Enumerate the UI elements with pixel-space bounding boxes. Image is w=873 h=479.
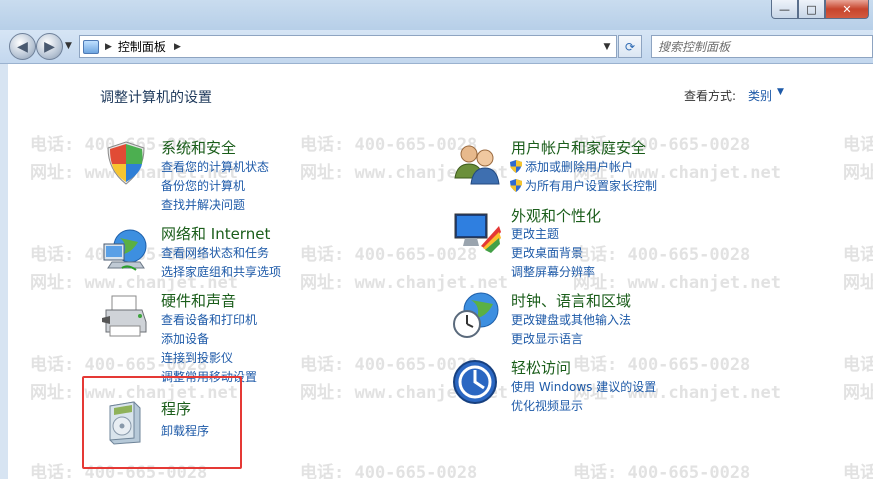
uac-shield-icon <box>510 179 522 192</box>
ease-of-access-icon <box>453 360 497 404</box>
shield-icon <box>107 141 145 185</box>
close-button[interactable]: ✕ <box>825 0 869 19</box>
minimize-button[interactable]: — <box>771 0 798 19</box>
forward-button[interactable]: ▶ <box>36 33 63 60</box>
category-link[interactable]: 优化视频显示 <box>511 397 583 414</box>
category-title[interactable]: 硬件和声音 <box>161 290 236 311</box>
chevron-down-icon[interactable]: ▼ <box>777 87 784 97</box>
users-icon <box>454 145 500 185</box>
category-link[interactable]: 更改桌面背景 <box>511 244 583 261</box>
search-input[interactable]: 搜索控制面板 <box>651 35 873 58</box>
category-link[interactable]: 查看您的计算机状态 <box>161 158 269 175</box>
navigation-bar: ◀ ▶ ▼ ▶ 控制面板 ▶ ▼ ⟳ 搜索控制面板 <box>0 30 873 64</box>
category-title[interactable]: 轻松访问 <box>511 357 571 378</box>
category-title[interactable]: 时钟、语言和区域 <box>511 290 631 311</box>
back-button[interactable]: ◀ <box>9 33 36 60</box>
page-title: 调整计算机的设置 <box>100 90 212 106</box>
address-bar[interactable]: ▶ 控制面板 ▶ ▼ <box>79 35 617 58</box>
address-dropdown-icon[interactable]: ▼ <box>598 36 616 57</box>
category-link[interactable]: 备份您的计算机 <box>161 177 245 194</box>
view-by-label: 查看方式: <box>684 89 737 103</box>
window-controls: — □ ✕ <box>771 0 869 19</box>
category-link[interactable]: 选择家庭组和共享选项 <box>161 263 281 280</box>
category-title[interactable]: 用户帐户和家庭安全 <box>511 137 646 158</box>
breadcrumb-arrow-icon[interactable]: ▶ <box>105 42 112 52</box>
view-by-dropdown[interactable]: 类别 <box>748 87 772 104</box>
category-link[interactable]: 更改显示语言 <box>511 330 583 347</box>
category-link[interactable]: 更改键盘或其他输入法 <box>511 311 631 328</box>
category-title[interactable]: 网络和 Internet <box>161 223 270 244</box>
control-panel-icon <box>83 39 99 54</box>
maximize-button[interactable]: □ <box>798 0 825 19</box>
category-link[interactable]: 查看网络状态和任务 <box>161 244 269 261</box>
printer-icon <box>102 295 147 337</box>
category-link-label: 为所有用户设置家长控制 <box>525 179 658 193</box>
breadcrumb-control-panel[interactable]: 控制面板 <box>118 38 166 55</box>
category-link-label: 添加或删除用户帐户 <box>525 160 634 174</box>
highlight-box <box>82 376 242 469</box>
refresh-button[interactable]: ⟳ <box>618 35 642 58</box>
category-link[interactable]: 添加设备 <box>161 330 209 347</box>
category-link[interactable]: 使用 Windows 建议的设置 <box>511 378 656 395</box>
recent-pages-dropdown[interactable]: ▼ <box>65 41 72 51</box>
category-title[interactable]: 系统和安全 <box>161 137 236 158</box>
uac-shield-icon <box>510 160 522 173</box>
category-link[interactable]: 调整屏幕分辨率 <box>511 263 595 280</box>
category-link[interactable]: 查找并解决问题 <box>161 196 245 213</box>
category-link[interactable]: 查看设备和打印机 <box>161 311 257 328</box>
category-link[interactable]: 连接到投影仪 <box>161 349 233 366</box>
network-globe-icon <box>103 229 147 271</box>
category-title[interactable]: 外观和个性化 <box>511 205 601 226</box>
appearance-icon <box>454 213 501 253</box>
category-link[interactable]: 添加或删除用户帐户 <box>510 158 633 175</box>
breadcrumb-arrow-icon[interactable]: ▶ <box>174 42 181 52</box>
window-titlebar: — □ ✕ <box>0 0 873 30</box>
clock-globe-icon <box>453 292 499 338</box>
category-link[interactable]: 为所有用户设置家长控制 <box>510 177 657 194</box>
category-link[interactable]: 更改主题 <box>511 225 559 242</box>
